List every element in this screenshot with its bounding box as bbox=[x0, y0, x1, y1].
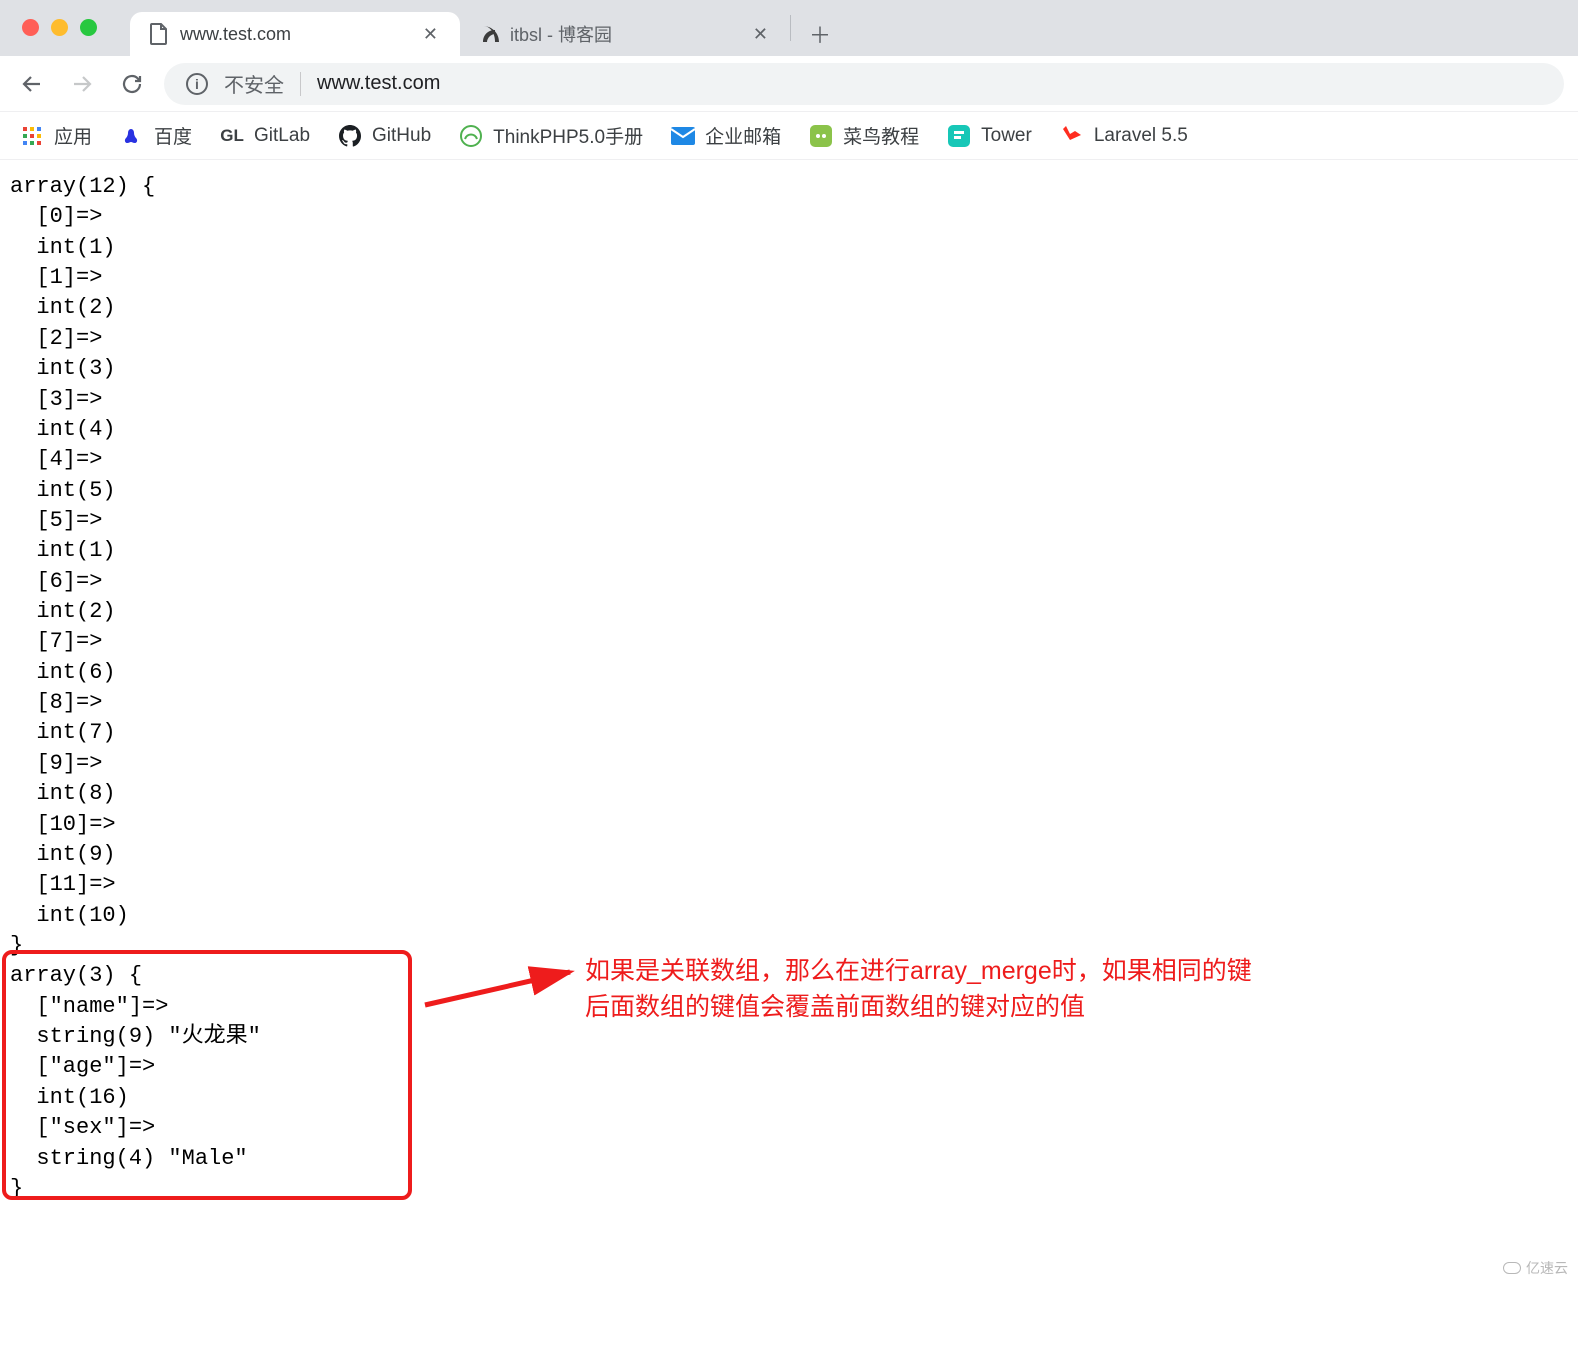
bookmark-label: 菜鸟教程 bbox=[843, 122, 919, 149]
tab-strip: www.test.com ✕ itbsl - 博客园 ✕ ＋ bbox=[0, 0, 1578, 56]
window-controls bbox=[22, 19, 97, 36]
tab-divider bbox=[790, 15, 791, 41]
annotation-text: 如果是关联数组，那么在进行array_merge时，如果相同的键 后面数组的键值… bbox=[585, 953, 1345, 1026]
browser-tab-active[interactable]: www.test.com ✕ bbox=[130, 12, 460, 56]
annotation-line: 如果是关联数组，那么在进行array_merge时，如果相同的键 bbox=[585, 957, 1252, 985]
window-minimize-button[interactable] bbox=[51, 19, 68, 36]
bookmark-label: 应用 bbox=[54, 122, 92, 149]
bookmark-runoob[interactable]: 菜鸟教程 bbox=[809, 122, 919, 149]
bookmarks-bar: 应用 百度 GL GitLab GitHub ThinkPHP5.0手册 企业邮… bbox=[0, 112, 1578, 160]
bookmark-label: GitHub bbox=[372, 125, 431, 147]
bookmark-label: ThinkPHP5.0手册 bbox=[493, 122, 643, 149]
reload-button[interactable] bbox=[114, 66, 150, 102]
annotation-arrow-icon bbox=[420, 960, 580, 1020]
tower-icon bbox=[947, 124, 971, 148]
window-close-button[interactable] bbox=[22, 19, 39, 36]
watermark-text: 亿速云 bbox=[1526, 1258, 1568, 1278]
site-info-icon[interactable]: i bbox=[186, 73, 208, 95]
github-icon bbox=[338, 124, 362, 148]
annotation-box bbox=[2, 950, 412, 1200]
browser-tab[interactable]: itbsl - 博客园 ✕ bbox=[460, 12, 790, 56]
url-text: www.test.com bbox=[317, 72, 440, 95]
laravel-icon bbox=[1060, 124, 1084, 148]
bookmark-gitlab[interactable]: GL GitLab bbox=[220, 124, 310, 148]
bookmark-mail[interactable]: 企业邮箱 bbox=[671, 122, 781, 149]
cnblogs-icon bbox=[478, 24, 500, 44]
back-button[interactable] bbox=[14, 66, 50, 102]
bookmark-laravel[interactable]: Laravel 5.5 bbox=[1060, 124, 1188, 148]
thinkphp-icon bbox=[459, 124, 483, 148]
bookmark-github[interactable]: GitHub bbox=[338, 124, 431, 148]
gitlab-text-icon: GL bbox=[220, 124, 244, 148]
close-tab-button[interactable]: ✕ bbox=[749, 20, 772, 49]
address-bar[interactable]: i 不安全 www.test.com bbox=[164, 63, 1564, 105]
close-tab-button[interactable]: ✕ bbox=[419, 20, 442, 49]
bookmark-apps[interactable]: 应用 bbox=[20, 122, 92, 149]
apps-grid-icon bbox=[20, 124, 44, 148]
bookmark-thinkphp[interactable]: ThinkPHP5.0手册 bbox=[459, 122, 643, 149]
cloud-icon bbox=[1503, 1262, 1521, 1274]
bookmark-label: Tower bbox=[981, 125, 1032, 147]
bookmark-label: 百度 bbox=[154, 122, 192, 149]
security-label: 不安全 bbox=[224, 69, 284, 98]
new-tab-button[interactable]: ＋ bbox=[801, 15, 839, 53]
browser-toolbar: i 不安全 www.test.com bbox=[0, 56, 1578, 112]
bookmark-baidu[interactable]: 百度 bbox=[120, 122, 192, 149]
tab-title: www.test.com bbox=[180, 24, 409, 45]
watermark: 亿速云 bbox=[1503, 1258, 1568, 1278]
baidu-icon bbox=[120, 124, 144, 148]
annotation-line: 后面数组的键值会覆盖前面数组的键对应的值 bbox=[585, 993, 1085, 1021]
runoob-icon bbox=[809, 124, 833, 148]
separator bbox=[300, 72, 301, 96]
page-icon bbox=[148, 23, 170, 45]
tab-title: itbsl - 博客园 bbox=[510, 21, 739, 47]
forward-button[interactable] bbox=[64, 66, 100, 102]
window-maximize-button[interactable] bbox=[80, 19, 97, 36]
page-content: array(12) { [0]=> int(1) [1]=> int(2) [2… bbox=[0, 160, 1578, 1366]
bookmark-label: 企业邮箱 bbox=[705, 122, 781, 149]
bookmark-label: GitLab bbox=[254, 125, 310, 147]
bookmark-label: Laravel 5.5 bbox=[1094, 125, 1188, 147]
mail-icon bbox=[671, 124, 695, 148]
bookmark-tower[interactable]: Tower bbox=[947, 124, 1032, 148]
